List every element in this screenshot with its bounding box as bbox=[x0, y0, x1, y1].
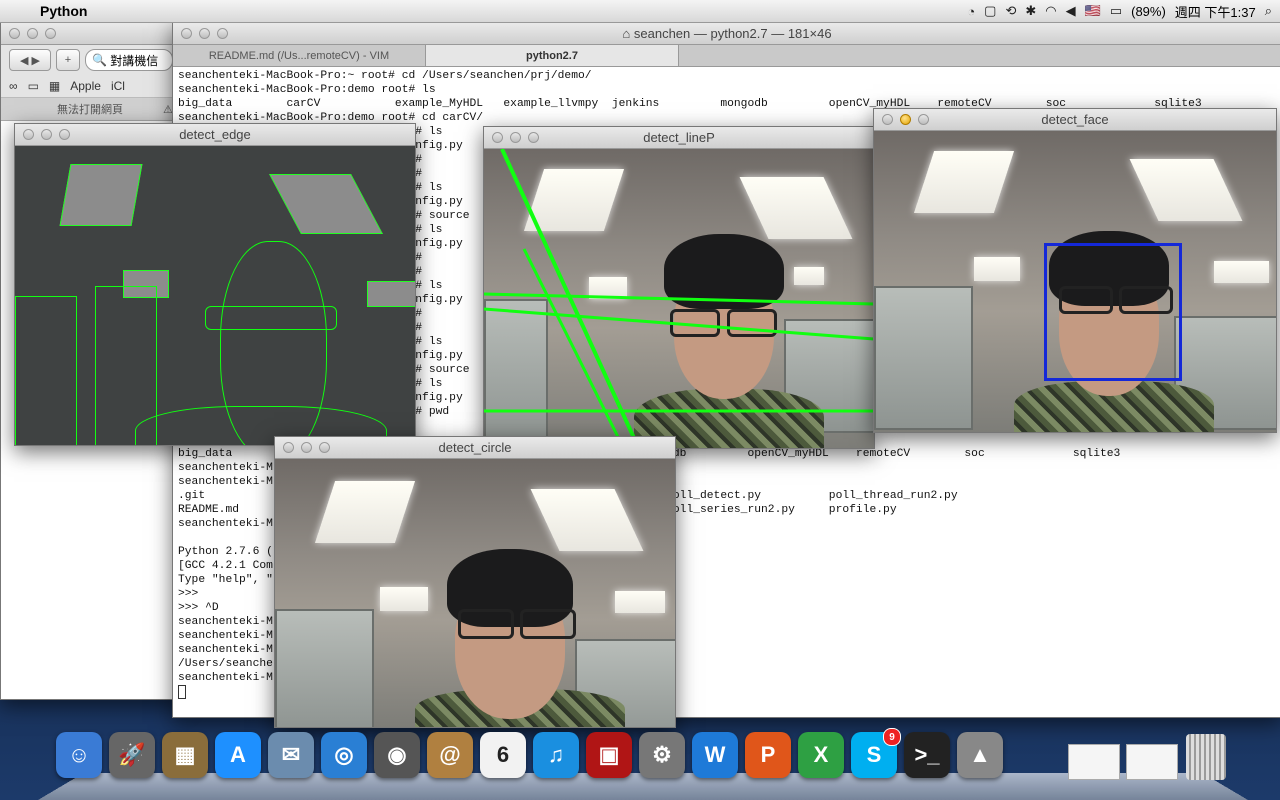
minimize-button[interactable] bbox=[41, 129, 52, 140]
menu-extras: ◔ ▢ ⟲ ✱ ◠ ◀ 🇺🇸 ▭ (89%) 週四 下午1:37 ⌕ bbox=[967, 0, 1272, 22]
input-source-flag-icon[interactable]: 🇺🇸 bbox=[1085, 3, 1101, 19]
excel-icon[interactable]: X bbox=[798, 732, 844, 778]
browser-titlebar[interactable] bbox=[1, 23, 181, 45]
system-preferences-icon[interactable]: ⚙ bbox=[639, 732, 685, 778]
time-machine-icon[interactable]: ⟲ bbox=[1005, 3, 1016, 19]
calendar-icon[interactable]: 6 bbox=[480, 732, 526, 778]
detect-face-titlebar[interactable]: detect_face bbox=[874, 109, 1276, 131]
dock-icons: ☺ 🚀 ▦ A ✉ ◎ ◉ @6 ♫ ▣ ⚙ W P X S 9 >_ ▲ bbox=[56, 728, 1003, 778]
minimize-button[interactable] bbox=[510, 132, 521, 143]
minimize-button[interactable] bbox=[900, 114, 911, 125]
zoom-button[interactable] bbox=[59, 129, 70, 140]
finder-icon[interactable]: ☺ bbox=[56, 732, 102, 778]
menu-status-icon-1[interactable]: ◔ bbox=[967, 4, 975, 19]
zoom-button[interactable] bbox=[528, 132, 539, 143]
close-button[interactable] bbox=[9, 28, 20, 39]
terminal-icon[interactable]: >_ bbox=[904, 732, 950, 778]
dock: ☺ 🚀 ▦ A ✉ ◎ ◉ @6 ♫ ▣ ⚙ W P X S 9 >_ ▲ bbox=[38, 722, 1248, 800]
zoom-button[interactable] bbox=[45, 28, 56, 39]
minimized-window-thumb-2[interactable] bbox=[1126, 744, 1178, 780]
wifi-icon[interactable]: ◠ bbox=[1045, 3, 1056, 19]
circle-image bbox=[275, 459, 675, 727]
close-button[interactable] bbox=[23, 129, 34, 140]
close-button[interactable] bbox=[882, 114, 893, 125]
window-title: detect_face bbox=[1041, 112, 1109, 127]
zoom-button[interactable] bbox=[319, 442, 330, 453]
photo-booth-icon[interactable]: ▣ bbox=[586, 732, 632, 778]
detect-circle-window: detect_circle bbox=[274, 436, 676, 728]
browser-tab[interactable]: 無法打開網頁 bbox=[57, 101, 123, 117]
close-button[interactable] bbox=[181, 28, 192, 39]
new-tab-button[interactable]: + bbox=[56, 49, 80, 71]
edge-image bbox=[15, 146, 415, 445]
favorite-icloud[interactable]: iCl bbox=[111, 79, 125, 93]
address-book-icon[interactable]: @ bbox=[427, 732, 473, 778]
browser-tab-bar: 無法打開網頁 ⚠ bbox=[1, 98, 181, 121]
zoom-button[interactable] bbox=[918, 114, 929, 125]
spotlight-search-icon[interactable]: ⌕ bbox=[1265, 3, 1272, 19]
facetime-icon[interactable]: ◉ bbox=[374, 732, 420, 778]
battery-icon[interactable]: ▭ bbox=[1110, 3, 1122, 19]
trash-icon[interactable] bbox=[1186, 734, 1226, 780]
detected-lines-overlay bbox=[484, 149, 874, 448]
terminal-titlebar[interactable]: ⌂ seanchen — python2.7 — 181×46 bbox=[173, 23, 1280, 45]
tab-vim[interactable]: README.md (/Us...remoteCV) - VIM bbox=[173, 45, 426, 66]
back-forward-buttons[interactable]: ◀ ▶ bbox=[9, 49, 51, 71]
rocket-icon[interactable]: ▲ bbox=[957, 732, 1003, 778]
battery-percent[interactable]: (89%) bbox=[1131, 4, 1166, 19]
launchpad-icon[interactable]: 🚀 bbox=[109, 732, 155, 778]
minimize-button[interactable] bbox=[301, 442, 312, 453]
terminal-title: ⌂ seanchen — python2.7 — 181×46 bbox=[622, 26, 832, 41]
detect-linep-titlebar[interactable]: detect_lineP bbox=[484, 127, 874, 149]
volume-icon[interactable]: ◀ bbox=[1066, 3, 1076, 19]
skype-icon[interactable]: S9 bbox=[851, 728, 901, 778]
menu-clock[interactable]: 週四 下午1:37 bbox=[1175, 2, 1256, 21]
menu-status-icon-2[interactable]: ▢ bbox=[984, 3, 996, 19]
window-title: detect_lineP bbox=[643, 130, 715, 145]
search-text: 對講機信 bbox=[110, 53, 159, 68]
window-title: detect_circle bbox=[438, 440, 512, 455]
close-button[interactable] bbox=[283, 442, 294, 453]
notification-badge: 9 bbox=[883, 728, 901, 746]
terminal-line: seanchenteki-MacBook-Pro:demo root# ls bbox=[178, 84, 436, 96]
bookmarks-icon[interactable]: ▭ bbox=[28, 79, 39, 93]
app-menu-python[interactable]: Python bbox=[40, 3, 87, 19]
detect-linep-window: detect_lineP bbox=[483, 126, 875, 449]
photo-browser-icon[interactable]: ▦ bbox=[162, 732, 208, 778]
detect-face-window: detect_face bbox=[873, 108, 1277, 433]
word-icon[interactable]: W bbox=[692, 732, 738, 778]
terminal-cursor bbox=[178, 685, 186, 699]
itunes-icon[interactable]: ♫ bbox=[533, 732, 579, 778]
minimize-button[interactable] bbox=[27, 28, 38, 39]
zoom-button[interactable] bbox=[217, 28, 228, 39]
powerpoint-icon[interactable]: P bbox=[745, 732, 791, 778]
preview-icon[interactable]: ✉ bbox=[268, 732, 314, 778]
detect-edge-titlebar[interactable]: detect_edge bbox=[15, 124, 415, 146]
favorites-bar: ∞ ▭ ▦ Apple iCl bbox=[1, 75, 181, 98]
tab-python[interactable]: python2.7 bbox=[426, 45, 679, 66]
browser-toolbar: ◀ ▶ + 🔍 對講機信 bbox=[1, 45, 181, 75]
minimize-button[interactable] bbox=[199, 28, 210, 39]
close-button[interactable] bbox=[492, 132, 503, 143]
favorite-apple[interactable]: Apple bbox=[70, 79, 101, 93]
reading-list-icon[interactable]: ∞ bbox=[9, 79, 18, 93]
detect-circle-titlebar[interactable]: detect_circle bbox=[275, 437, 675, 459]
face-detection-box bbox=[1044, 243, 1182, 381]
terminal-title-text: seanchen — python2.7 — 181×46 bbox=[633, 26, 832, 41]
terminal-line: seanchenteki-MacBook-Pro:~ root# cd /Use… bbox=[178, 70, 592, 82]
top-sites-icon[interactable]: ▦ bbox=[49, 79, 60, 93]
face-image bbox=[874, 131, 1276, 432]
window-title: detect_edge bbox=[179, 127, 251, 142]
bluetooth-icon[interactable]: ✱ bbox=[1025, 3, 1036, 19]
safari-icon[interactable]: ◎ bbox=[321, 732, 367, 778]
detect-edge-window: detect_edge bbox=[14, 123, 416, 446]
linep-image bbox=[484, 149, 874, 448]
minimized-window-thumb-1[interactable] bbox=[1068, 744, 1120, 780]
search-input[interactable]: 🔍 對講機信 bbox=[85, 49, 173, 71]
terminal-tabs: README.md (/Us...remoteCV) - VIM python2… bbox=[173, 45, 1280, 67]
menu-bar: Python ◔ ▢ ⟲ ✱ ◠ ◀ 🇺🇸 ▭ (89%) 週四 下午1:37 … bbox=[0, 0, 1280, 23]
app-store-icon[interactable]: A bbox=[215, 732, 261, 778]
